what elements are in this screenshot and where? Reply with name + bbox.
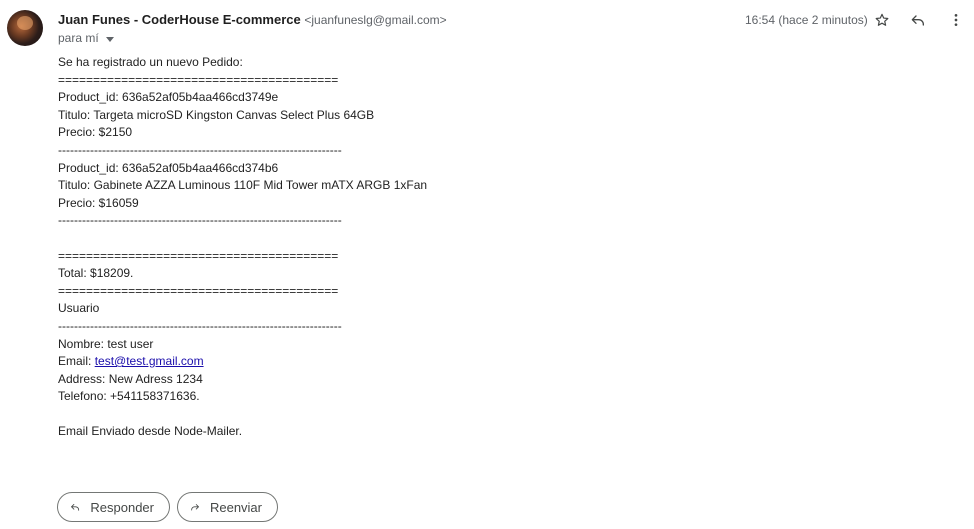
reply-icon — [71, 503, 80, 511]
email-body: Se ha registrado un nuevo Pedido: ======… — [58, 54, 427, 441]
phone-line: Telefono: +541158371636. — [58, 389, 200, 404]
more-vert-icon — [954, 14, 958, 26]
forward-icon — [191, 504, 199, 511]
sender-name[interactable]: Juan Funes - CoderHouse E-commerce — [58, 12, 301, 27]
email-link[interactable]: test@test.gmail.com — [95, 354, 204, 368]
single-rule: ----------------------------------------… — [58, 318, 342, 333]
reply-icon — [911, 15, 924, 26]
product-price: Precio: $16059 — [58, 195, 139, 210]
product-title: Titulo: Targeta microSD Kingston Canvas … — [58, 107, 375, 122]
double-rule: ======================================== — [58, 72, 339, 87]
user-name-line: Nombre: test user — [58, 336, 154, 351]
sender-email: <juanfuneslg@gmail.com> — [304, 13, 447, 27]
product-title: Titulo: Gabinete AZZA Luminous 110F Mid … — [58, 178, 428, 193]
star-icon — [875, 13, 889, 26]
forward-pill-button[interactable]: Reenviar — [177, 492, 278, 522]
intro-text: Se ha registrado un nuevo Pedido: — [58, 55, 243, 69]
recipient-details[interactable]: para mí — [58, 30, 114, 46]
chevron-down-icon[interactable] — [105, 36, 114, 42]
sender-avatar[interactable] — [7, 10, 43, 46]
footer-text: Email Enviado desde Node-Mailer. — [58, 424, 243, 439]
product-price: Precio: $2150 — [58, 125, 133, 140]
forward-label: Reenviar — [209, 499, 262, 515]
single-rule: ----------------------------------------… — [58, 213, 342, 228]
total-line: Total: $18209. — [58, 266, 134, 281]
sender-line: Juan Funes - CoderHouse E-commerce <juan… — [58, 12, 447, 28]
reply-label: Responder — [90, 499, 154, 515]
reply-pill-button[interactable]: Responder — [57, 492, 170, 522]
user-heading: Usuario — [58, 301, 100, 316]
timestamp: 16:54 (hace 2 minutos) — [745, 13, 868, 27]
single-rule: ----------------------------------------… — [58, 142, 342, 157]
star-button[interactable] — [870, 10, 894, 30]
product-id: Product_id: 636a52af05b4aa466cd3749e — [58, 90, 279, 105]
user-email-line: Email: test@test.gmail.com — [58, 353, 427, 371]
more-options-button[interactable] — [944, 10, 968, 30]
double-rule: ======================================== — [58, 248, 339, 263]
recipient-label: para mí — [58, 31, 99, 45]
product-id: Product_id: 636a52af05b4aa466cd374b6 — [58, 160, 279, 175]
address-line: Address: New Adress 1234 — [58, 371, 203, 386]
double-rule: ======================================== — [58, 283, 339, 298]
email-label: Email: — [58, 354, 95, 369]
reply-button[interactable] — [906, 10, 930, 30]
